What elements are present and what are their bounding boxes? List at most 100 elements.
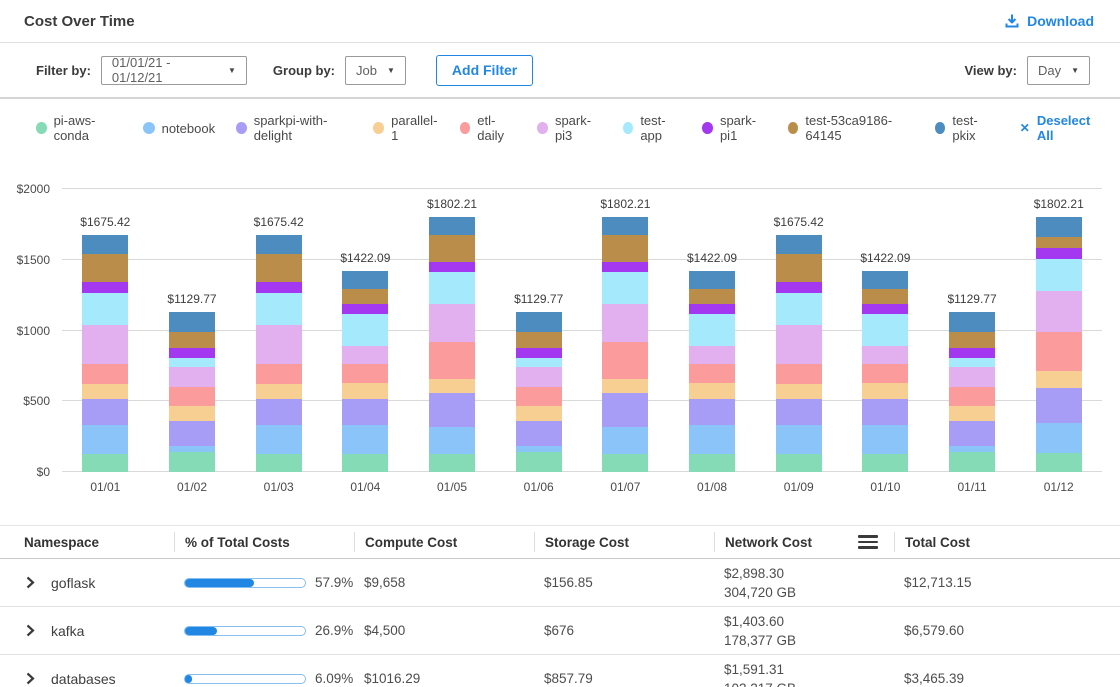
bar-segment[interactable] [429,304,475,341]
stacked-bar[interactable]: $1802.21 [1036,217,1082,472]
bar-segment[interactable] [776,384,822,400]
stacked-bar[interactable]: $1675.42 [82,235,128,472]
bar-segment[interactable] [169,452,215,472]
bar-segment[interactable] [82,325,128,364]
bar-segment[interactable] [516,452,562,472]
bar-segment[interactable] [602,454,648,472]
bar-segment[interactable] [602,217,648,235]
bar-segment[interactable] [82,254,128,282]
bar-segment[interactable] [862,383,908,399]
bar-segment[interactable] [82,454,128,472]
bar-segment[interactable] [429,427,475,455]
bar-segment[interactable] [429,379,475,393]
column-header[interactable]: Compute Cost [354,532,534,552]
bar-segment[interactable] [689,364,735,383]
bar-segment[interactable] [1036,453,1082,472]
column-header[interactable]: Namespace [0,532,174,552]
bar-segment[interactable] [256,254,302,282]
stacked-bar[interactable]: $1129.77 [949,312,995,472]
bar-segment[interactable] [342,314,388,346]
bar-segment[interactable] [256,364,302,384]
bar-segment[interactable] [1036,259,1082,291]
bar-segment[interactable] [949,421,995,446]
bar-segment[interactable] [256,384,302,400]
stacked-bar[interactable]: $1422.09 [342,271,388,472]
legend-item[interactable]: test-53ca9186-64145 [788,113,914,143]
legend-item[interactable]: spark-pi1 [702,113,766,143]
bar-segment[interactable] [602,427,648,455]
bar-segment[interactable] [776,425,822,454]
bar-segment[interactable] [429,393,475,426]
bar-segment[interactable] [949,387,995,406]
bar-segment[interactable] [429,342,475,379]
bar-segment[interactable] [256,425,302,454]
bar-segment[interactable] [429,272,475,304]
bar-segment[interactable] [82,425,128,454]
bar-segment[interactable] [429,454,475,472]
bar-segment[interactable] [602,304,648,341]
bar-segment[interactable] [342,383,388,399]
bar-segment[interactable] [602,262,648,272]
bar-segment[interactable] [776,364,822,384]
bar-segment[interactable] [169,348,215,358]
bar-segment[interactable] [689,383,735,399]
expand-row-chevron-icon[interactable] [24,576,36,589]
bar-segment[interactable] [862,314,908,346]
bar-segment[interactable] [1036,217,1082,237]
bar-segment[interactable] [776,254,822,282]
column-header[interactable]: Storage Cost [534,532,714,552]
bar-segment[interactable] [1036,291,1082,332]
bar-segment[interactable] [429,235,475,262]
bar-segment[interactable] [82,282,128,292]
bar-segment[interactable] [429,217,475,235]
bar-segment[interactable] [689,304,735,315]
bar-segment[interactable] [256,293,302,326]
bar-segment[interactable] [169,332,215,348]
bar-segment[interactable] [429,262,475,272]
bar-segment[interactable] [949,406,995,421]
bar-segment[interactable] [342,304,388,315]
bar-segment[interactable] [516,367,562,387]
bar-segment[interactable] [689,399,735,425]
bar-segment[interactable] [689,425,735,454]
bar-segment[interactable] [689,454,735,472]
column-header[interactable]: Total Cost [894,532,1120,552]
legend-item[interactable]: sparkpi-with-delight [236,113,352,143]
bar-segment[interactable] [256,325,302,364]
bar-segment[interactable] [1036,388,1082,424]
bar-segment[interactable] [862,454,908,472]
bar-segment[interactable] [862,399,908,425]
bar-segment[interactable] [1036,371,1082,387]
column-header[interactable]: % of Total Costs [174,532,354,552]
bar-segment[interactable] [949,312,995,332]
bar-segment[interactable] [516,348,562,358]
bar-segment[interactable] [1036,248,1082,259]
expand-row-chevron-icon[interactable] [24,672,36,685]
bar-segment[interactable] [516,332,562,348]
bar-segment[interactable] [169,406,215,421]
legend-item[interactable]: test-pkix [935,113,995,143]
bar-segment[interactable] [949,332,995,348]
download-button[interactable]: Download [1004,13,1094,29]
bar-segment[interactable] [342,346,388,364]
stacked-bar[interactable]: $1422.09 [862,271,908,472]
bar-segment[interactable] [82,235,128,254]
bar-segment[interactable] [82,293,128,326]
bar-segment[interactable] [256,454,302,472]
add-filter-button[interactable]: Add Filter [436,55,533,86]
bar-segment[interactable] [82,364,128,384]
bar-segment[interactable] [1036,332,1082,371]
bar-segment[interactable] [776,282,822,292]
bar-segment[interactable] [689,289,735,304]
stacked-bar[interactable]: $1802.21 [602,217,648,472]
column-header[interactable]: Network Cost [714,532,894,552]
bar-segment[interactable] [602,379,648,393]
legend-item[interactable]: test-app [623,113,682,143]
bar-segment[interactable] [82,399,128,425]
bar-segment[interactable] [862,346,908,364]
legend-item[interactable]: etl-daily [460,113,517,143]
group-by-select[interactable]: Job ▼ [345,56,406,85]
bar-segment[interactable] [342,271,388,289]
bar-segment[interactable] [169,358,215,367]
bar-segment[interactable] [256,282,302,292]
